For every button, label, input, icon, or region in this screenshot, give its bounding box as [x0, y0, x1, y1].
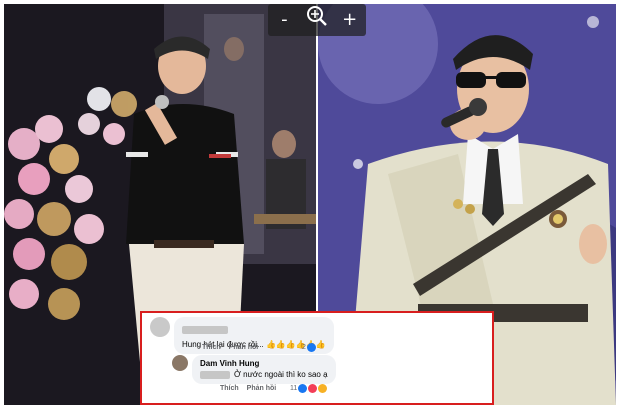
zoom-in-button[interactable]: +	[336, 6, 364, 34]
zoom-magnifier-icon[interactable]	[303, 5, 331, 36]
comment-2-actions: Thích Phản hồi	[220, 385, 284, 392]
reply-text: Ở nước ngoài thì ko sao ạ	[234, 370, 328, 379]
magnifier-plus-icon	[306, 5, 327, 26]
commenter-avatar[interactable]	[150, 317, 170, 337]
like-reaction-icon	[306, 343, 316, 352]
reaction-count: 2	[302, 344, 306, 351]
zoom-out-button[interactable]: -	[270, 6, 298, 34]
love-reaction-icon	[308, 384, 318, 393]
comment-1-reactions[interactable]: 2	[302, 343, 316, 352]
comment-thread: Hung hát lại được rồi... 👍👍👍👍👍👍 Thích Ph…	[140, 311, 494, 405]
reply-link[interactable]: Phản hồi	[247, 385, 277, 392]
comment-1-actions: Thích Phản hồi	[202, 344, 266, 351]
reply-bubble: Dam Vinh Hung Ở nước ngoài thì ko sao ạ	[192, 355, 336, 384]
reaction-count: 11	[290, 385, 298, 392]
haha-reaction-icon	[318, 384, 328, 393]
blurred-mention	[200, 370, 230, 379]
blurred-name	[182, 326, 228, 334]
like-link[interactable]: Thích	[220, 385, 239, 392]
comment-2-reactions[interactable]: 11	[290, 384, 328, 393]
like-reaction-icon	[298, 384, 308, 393]
comment-2: Dam Vinh Hung Ở nước ngoài thì ko sao ạ	[172, 355, 336, 384]
zoom-toolbar: - +	[268, 4, 366, 36]
like-link[interactable]: Thích	[202, 344, 221, 351]
image-viewer: - + Hung hát lại được rồi... 👍👍👍👍👍👍 Thíc…	[0, 0, 620, 409]
reply-link[interactable]: Phản hồi	[229, 344, 259, 351]
reply-author[interactable]: Dam Vinh Hung	[200, 359, 328, 369]
author-avatar[interactable]	[172, 355, 188, 371]
